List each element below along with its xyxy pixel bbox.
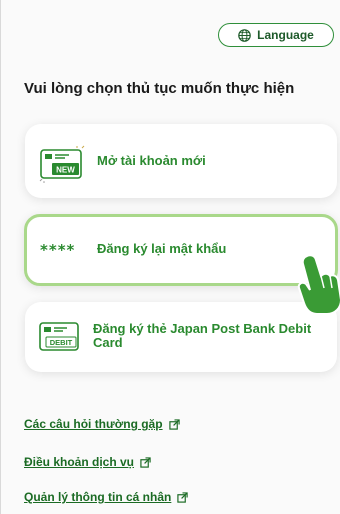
card-open-new-account[interactable]: NEW Mở tài khoản mới bbox=[25, 124, 337, 198]
card-label-open-account: Mở tài khoản mới bbox=[97, 153, 206, 168]
link-terms[interactable]: Điều khoản dịch vụ bbox=[24, 455, 151, 469]
new-tag-text: NEW bbox=[56, 166, 75, 175]
debit-card-icon: DEBIT bbox=[39, 322, 79, 357]
external-link-icon bbox=[177, 492, 189, 504]
external-link-icon bbox=[140, 457, 151, 469]
new-account-card-icon: NEW bbox=[39, 144, 87, 189]
card-label-reset-password: Đăng ký lại mật khẩu bbox=[97, 241, 227, 256]
link-faq[interactable]: Các câu hỏi thường gặp bbox=[24, 417, 180, 431]
password-stars-icon: **** bbox=[40, 241, 76, 259]
language-button[interactable]: Language bbox=[218, 23, 334, 47]
link-terms-label: Điều khoản dịch vụ bbox=[24, 455, 135, 469]
link-privacy[interactable]: Quản lý thông tin cá nhân bbox=[24, 490, 189, 504]
globe-icon bbox=[238, 28, 251, 42]
card-label-debit-card: Đăng ký thẻ Japan Post Bank Debit Card bbox=[93, 321, 312, 350]
card-reset-password[interactable]: **** Đăng ký lại mật khẩu bbox=[24, 214, 338, 286]
debit-tag-text: DEBIT bbox=[50, 338, 73, 347]
link-privacy-label: Quản lý thông tin cá nhân bbox=[24, 490, 172, 504]
language-label: Language bbox=[257, 28, 314, 42]
link-faq-label: Các câu hỏi thường gặp bbox=[24, 417, 163, 431]
external-link-icon bbox=[168, 419, 180, 431]
page-prompt: Vui lòng chọn thủ tục muốn thực hiện bbox=[24, 80, 295, 97]
pointer-hand-icon bbox=[297, 254, 340, 314]
card-debit-card[interactable]: DEBIT Đăng ký thẻ Japan Post Bank Debit … bbox=[25, 302, 337, 372]
screen: Language Vui lòng chọn thủ tục muốn thực… bbox=[0, 0, 340, 514]
